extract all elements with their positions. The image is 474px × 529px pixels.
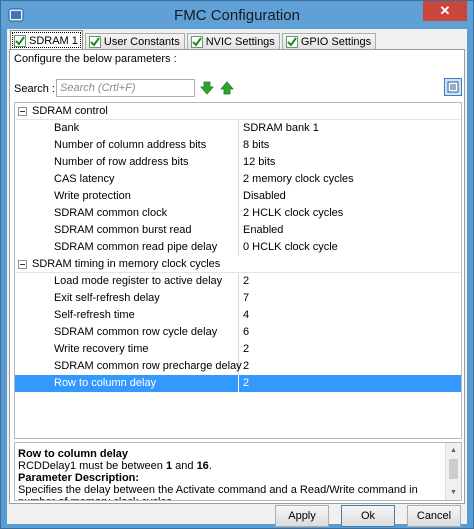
param-value[interactable]: 2 [240, 375, 249, 392]
tab-sdram-1[interactable]: SDRAM 1 [10, 30, 83, 50]
configure-label: Configure the below parameters : [14, 53, 177, 65]
param-value[interactable]: SDRAM bank 1 [240, 120, 319, 137]
param-row-column-address-bits[interactable]: Number of column address bits 8 bits [15, 137, 461, 154]
param-name: Load mode register to active delay [15, 273, 239, 290]
param-value[interactable]: 12 bits [240, 154, 275, 171]
param-row-row-to-column-delay[interactable]: Row to column delay 2 [15, 375, 461, 392]
description-panel: Row to column delay RCDDelay1 must be be… [14, 442, 462, 501]
list-view-icon [447, 81, 459, 93]
group-sdram-timing[interactable]: SDRAM timing in memory clock cycles [15, 256, 461, 273]
param-name: Write protection [15, 188, 239, 205]
param-row-row-precharge-delay[interactable]: SDRAM common row precharge delay 2 [15, 358, 461, 375]
search-input[interactable] [56, 79, 195, 97]
ok-button[interactable]: Ok [341, 505, 395, 527]
param-value[interactable]: 2 memory clock cycles [240, 171, 354, 188]
description-range: RCDDelay1 must be between 1 and 16. [18, 460, 446, 472]
parameter-tree: SDRAM control Bank SDRAM bank 1 Number o… [14, 102, 462, 439]
param-row-load-mode-register[interactable]: Load mode register to active delay 2 [15, 273, 461, 290]
param-value[interactable]: 4 [240, 307, 249, 324]
range-prefix: RCDDelay1 must be between [18, 460, 166, 472]
search-label: Search : [14, 83, 55, 95]
group-sdram-control[interactable]: SDRAM control [15, 103, 461, 120]
description-content: Row to column delay RCDDelay1 must be be… [18, 448, 446, 500]
check-icon [14, 34, 26, 47]
scroll-up-arrow-icon[interactable]: ▲ [449, 446, 458, 455]
range-max: 16 [196, 460, 209, 472]
collapse-icon[interactable] [18, 260, 27, 269]
param-name: Number of row address bits [15, 154, 239, 171]
param-name: SDRAM common read pipe delay [15, 239, 239, 256]
close-button[interactable]: ✕ [423, 1, 467, 21]
tab-nvic-settings[interactable]: NVIC Settings [186, 33, 280, 50]
range-suffix: . [208, 460, 212, 472]
param-value[interactable]: 6 [240, 324, 249, 341]
check-icon [190, 36, 203, 48]
param-name: SDRAM common clock [15, 205, 239, 222]
scrollbar-thumb[interactable] [449, 459, 458, 479]
parameter-description-heading: Parameter Description: [18, 472, 140, 484]
param-value[interactable]: 2 [240, 341, 249, 358]
tab-panel-sdram-1: Configure the below parameters : Search … [9, 49, 465, 504]
param-value[interactable]: 2 [240, 273, 249, 290]
param-row-common-burst-read[interactable]: SDRAM common burst read Enabled [15, 222, 461, 239]
search-previous-arrow-up-icon[interactable] [220, 81, 234, 95]
param-name: SDRAM common row precharge delay [15, 358, 242, 375]
window-title: FMC Configuration [174, 7, 300, 24]
param-value[interactable]: Disabled [240, 188, 286, 205]
description-scrollbar[interactable]: ▲ ▼ [445, 443, 461, 500]
param-value[interactable]: 2 HCLK clock cycles [240, 205, 343, 222]
parameter-description-text: Specifies the delay between the Activate… [18, 484, 418, 500]
param-name: Row to column delay [15, 375, 239, 392]
list-view-toggle-button[interactable] [444, 78, 462, 96]
param-row-bank[interactable]: Bank SDRAM bank 1 [15, 120, 461, 137]
tab-gpio-settings[interactable]: GPIO Settings [281, 33, 377, 50]
param-value[interactable]: 2 [240, 358, 249, 375]
param-row-self-refresh-time[interactable]: Self-refresh time 4 [15, 307, 461, 324]
param-name: CAS latency [15, 171, 239, 188]
param-value[interactable]: 0 HCLK clock cycle [240, 239, 338, 256]
tab-label: NVIC Settings [205, 36, 275, 48]
check-icon [88, 36, 101, 48]
param-row-write-protection[interactable]: Write protection Disabled [15, 188, 461, 205]
range-mid: and [172, 460, 197, 472]
cancel-button[interactable]: Cancel [407, 505, 461, 527]
param-row-exit-self-refresh[interactable]: Exit self-refresh delay 7 [15, 290, 461, 307]
param-name: Bank [15, 120, 239, 137]
param-value[interactable]: 8 bits [240, 137, 269, 154]
param-row-row-address-bits[interactable]: Number of row address bits 12 bits [15, 154, 461, 171]
param-name: SDRAM common burst read [15, 222, 239, 239]
tab-user-constants[interactable]: User Constants [84, 33, 185, 50]
param-row-row-cycle-delay[interactable]: SDRAM common row cycle delay 6 [15, 324, 461, 341]
description-title: Row to column delay [18, 448, 129, 460]
dialog-client: SDRAM 1 User Constants NVIC Settings GPI… [7, 29, 467, 527]
collapse-icon[interactable] [18, 107, 27, 116]
param-name: Write recovery time [15, 341, 239, 358]
param-row-cas-latency[interactable]: CAS latency 2 memory clock cycles [15, 171, 461, 188]
param-name: Number of column address bits [15, 137, 239, 154]
param-row-write-recovery-time[interactable]: Write recovery time 2 [15, 341, 461, 358]
param-row-read-pipe-delay[interactable]: SDRAM common read pipe delay 0 HCLK cloc… [15, 239, 461, 256]
param-name: SDRAM common row cycle delay [15, 324, 239, 341]
scroll-down-arrow-icon[interactable]: ▼ [449, 488, 458, 497]
search-next-arrow-down-icon[interactable] [200, 81, 214, 95]
param-value[interactable]: Enabled [240, 222, 283, 239]
tab-label: User Constants [103, 36, 180, 48]
group-label: SDRAM control [32, 105, 108, 117]
title-bar[interactable]: FMC Configuration ✕ [1, 1, 473, 29]
tab-label: GPIO Settings [300, 36, 372, 48]
param-row-common-clock[interactable]: SDRAM common clock 2 HCLK clock cycles [15, 205, 461, 222]
apply-button[interactable]: Apply [275, 505, 329, 527]
param-value[interactable]: 7 [240, 290, 249, 307]
param-name: Exit self-refresh delay [15, 290, 239, 307]
fmc-configuration-window: FMC Configuration ✕ SDRAM 1 User Constan… [0, 0, 474, 529]
check-icon [285, 36, 298, 48]
tab-strip: SDRAM 1 User Constants NVIC Settings GPI… [10, 30, 378, 50]
tab-label: SDRAM 1 [29, 34, 78, 47]
param-name: Self-refresh time [15, 307, 239, 324]
group-label: SDRAM timing in memory clock cycles [32, 258, 221, 270]
